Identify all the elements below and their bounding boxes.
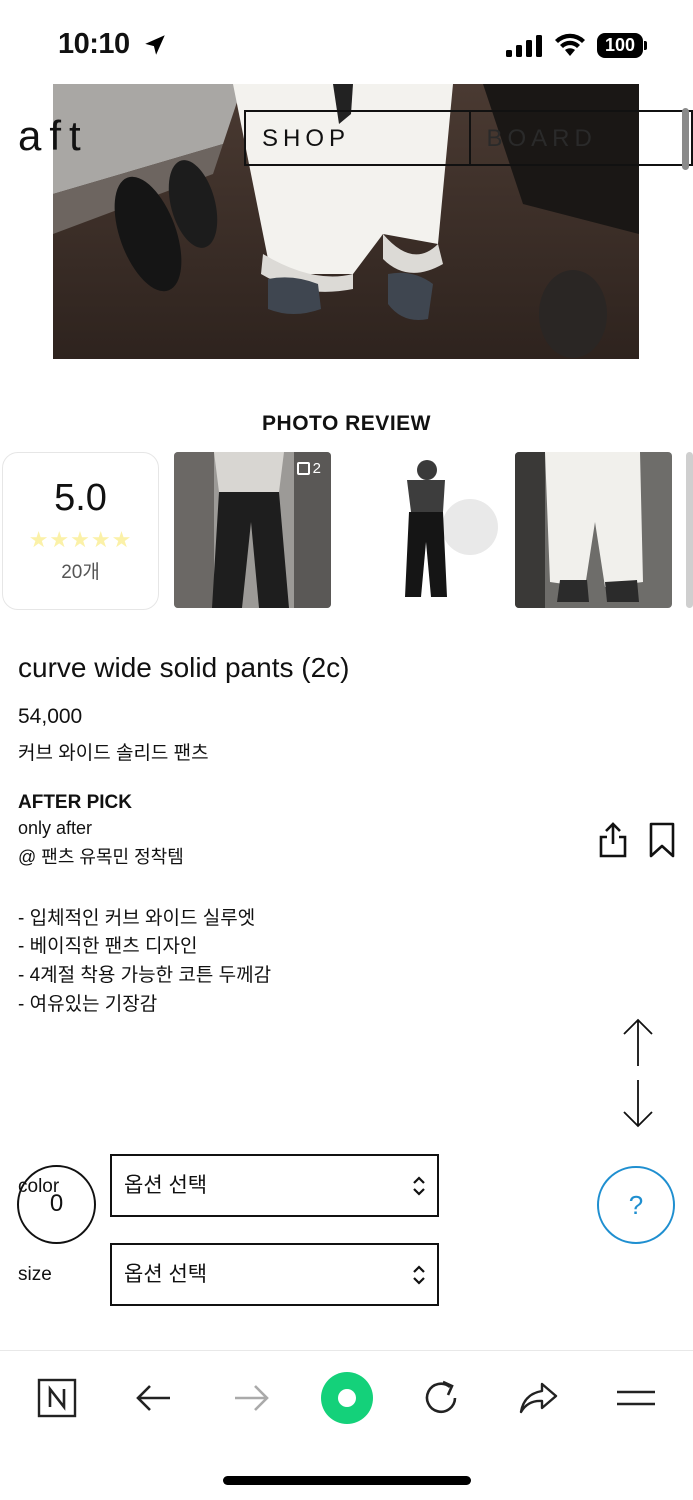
naver-home-icon[interactable] — [35, 1376, 79, 1420]
review-photo[interactable] — [686, 452, 693, 608]
feature-line: - 입체적인 커브 와이드 실루엣 — [18, 908, 256, 929]
chevron-updown-icon — [413, 1265, 425, 1285]
size-select[interactable]: 옵션 선택 — [110, 1243, 439, 1306]
location-arrow-icon — [145, 35, 165, 55]
arrow-up-icon[interactable] — [622, 1018, 654, 1068]
top-navigation: SHOP BOARD — [244, 110, 693, 166]
share-icon[interactable] — [597, 822, 629, 858]
forward-icon[interactable] — [229, 1376, 273, 1420]
green-dot-icon[interactable] — [319, 1370, 375, 1426]
star-rating-icon: ★★★★★ — [28, 527, 133, 552]
rating-summary-card[interactable]: 5.0 ★★★★★ 20개 — [2, 452, 159, 610]
scrollbar[interactable] — [682, 108, 689, 170]
pick-line-1: only after — [18, 818, 93, 838]
battery-level: 100 — [597, 33, 643, 58]
signal-icon — [506, 35, 542, 57]
status-time: 10:10 — [58, 28, 130, 60]
size-label: size — [18, 1264, 52, 1285]
photo-count: 2 — [312, 460, 321, 477]
nav-board[interactable]: BOARD — [468, 112, 692, 164]
status-bar: 10:10 100 — [0, 0, 693, 84]
pick-title: AFTER PICK — [18, 792, 132, 813]
review-photo[interactable] — [345, 452, 502, 608]
feature-line: - 베이직한 팬츠 디자인 — [18, 936, 198, 957]
bookmark-icon[interactable] — [648, 822, 676, 858]
nav-shop[interactable]: SHOP — [246, 112, 469, 164]
review-photo[interactable]: 2 — [174, 452, 331, 608]
battery-icon: 100 — [597, 33, 647, 58]
feature-line: - 4계절 착용 가능한 코튼 두께감 — [18, 965, 272, 986]
reload-icon[interactable] — [419, 1376, 463, 1420]
review-photo[interactable] — [515, 452, 672, 608]
feature-line: - 여유있는 기장감 — [18, 994, 158, 1015]
cart-count: 0 — [49, 1190, 64, 1217]
pick-line-2: @ 팬츠 유목민 정착템 — [18, 847, 184, 867]
color-select[interactable]: 옵션 선택 — [110, 1154, 439, 1217]
product-price: 54,000 — [18, 705, 83, 728]
chevron-updown-icon — [413, 1176, 425, 1196]
review-count: 20개 — [61, 562, 100, 583]
size-select-value: 옵션 선택 — [124, 1263, 208, 1286]
home-indicator[interactable] — [223, 1476, 471, 1485]
brand-logo[interactable]: aft — [18, 112, 89, 160]
menu-icon[interactable] — [614, 1376, 658, 1420]
share-arrow-icon[interactable] — [516, 1376, 560, 1420]
arrow-down-icon[interactable] — [622, 1078, 654, 1128]
product-korean-name: 커브 와이드 솔리드 팬츠 — [18, 743, 209, 764]
rating-score: 5.0 — [54, 477, 107, 519]
photo-review-title: PHOTO REVIEW — [262, 412, 431, 435]
color-select-value: 옵션 선택 — [124, 1174, 208, 1197]
multi-photo-icon: 2 — [296, 460, 321, 477]
back-icon[interactable] — [132, 1376, 176, 1420]
help-button[interactable]: ? — [597, 1166, 675, 1244]
product-name: curve wide solid pants (2c) — [18, 652, 350, 683]
wifi-icon — [555, 33, 585, 56]
